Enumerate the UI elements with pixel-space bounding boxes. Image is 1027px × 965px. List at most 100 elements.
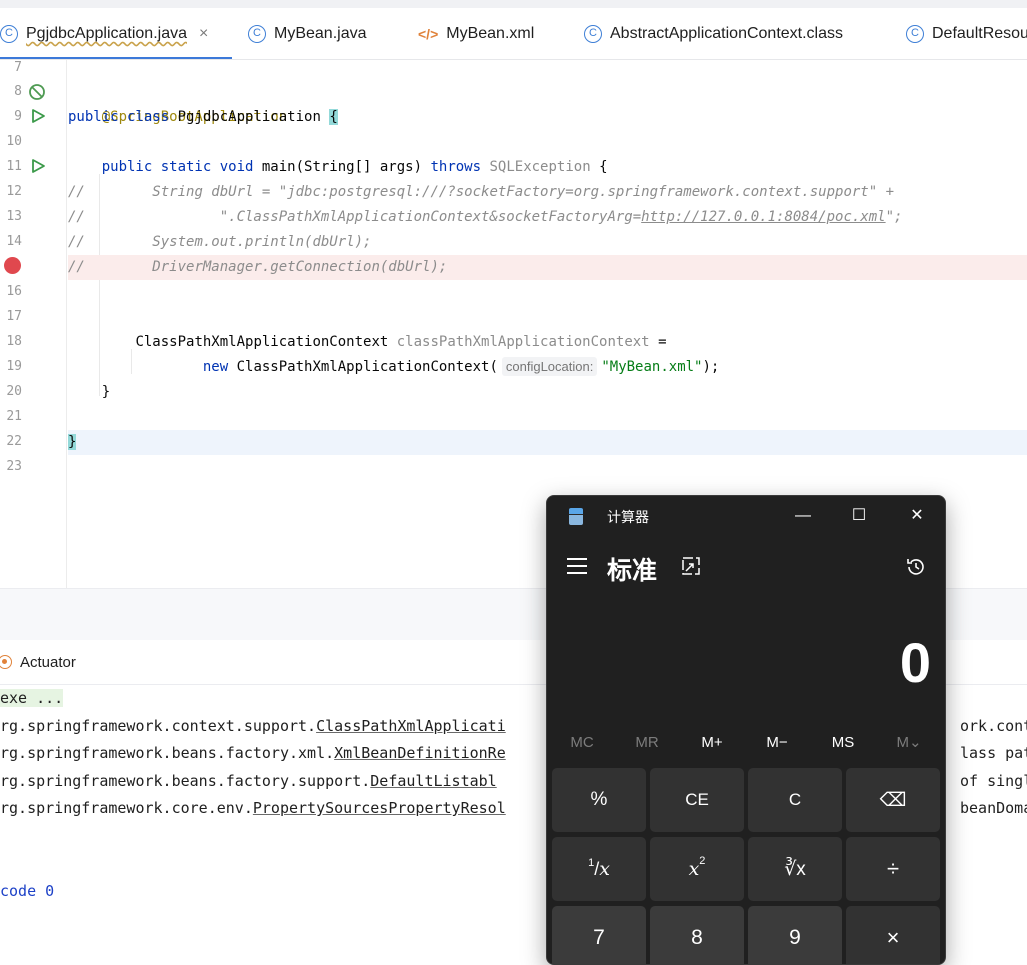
actuator-icon <box>0 655 12 669</box>
code-line-14: // System.out.println(dbUrl); <box>68 230 1027 255</box>
run-icon[interactable] <box>30 158 46 174</box>
tab-mybean-java[interactable]: C MyBean.java <box>248 8 398 60</box>
comment-text: ".ClassPathXmlApplicationContext&socketF… <box>219 209 642 225</box>
parameter-hint: configLocation: <box>501 357 598 376</box>
comment-text: "; <box>885 209 903 225</box>
console-text: rg.springframework.beans.factory.support… <box>0 772 371 790</box>
backspace-button[interactable]: ⌫ <box>846 768 940 832</box>
editor-tab-bar: C PgjdbcApplication.java × C MyBean.java… <box>0 0 1027 60</box>
line-number: 21 <box>6 409 22 424</box>
calculator-titlebar[interactable]: 计算器 — ☐ ✕ <box>547 496 945 536</box>
calculator-mode-title: 标准 <box>607 557 658 585</box>
digit-9-button[interactable]: 9 <box>748 906 842 964</box>
comment-link[interactable]: http://127.0.0.1:8084/poc.xml <box>641 209 885 225</box>
line-number: 10 <box>6 134 22 149</box>
run-icon[interactable] <box>30 108 46 124</box>
clear-button[interactable]: C <box>748 768 842 832</box>
comment-marker: // <box>68 184 85 200</box>
tab-label: MyBean.xml <box>446 25 535 42</box>
console-text: lass path <box>960 744 1027 762</box>
percent-button[interactable]: % <box>552 768 646 832</box>
code-line-13: // ".ClassPathXmlApplicationContext&sock… <box>68 205 1027 230</box>
keyword: public class <box>68 109 170 125</box>
tool-window-title[interactable]: Actuator <box>20 654 76 671</box>
class-icon: C <box>0 25 18 43</box>
string-literal: "MyBean.xml" <box>601 359 703 375</box>
keep-on-top-icon[interactable] <box>681 556 701 576</box>
tab-pgjdbc-application[interactable]: C PgjdbcApplication.java × <box>0 8 232 60</box>
comment-marker: // <box>68 209 85 225</box>
line-number: 14 <box>6 234 22 249</box>
type-name: ClassPathXmlApplicationContext <box>135 334 389 350</box>
memory-recall-button[interactable]: MR <box>615 731 679 755</box>
console-text: exe ... <box>0 689 64 707</box>
calculator-display: 0 <box>899 631 931 694</box>
line-number: 11 <box>6 159 22 174</box>
brace: } <box>101 384 111 400</box>
console-class-link[interactable]: PropertySourcesPropertyResol <box>253 799 506 817</box>
line-number: 22 <box>6 434 22 449</box>
menu-icon[interactable] <box>567 558 587 574</box>
top-strip <box>0 0 1027 8</box>
square-root-button[interactable]: ∛x <box>748 837 842 901</box>
memory-store-button[interactable]: MS <box>811 731 875 755</box>
tab-mybean-xml[interactable]: </> MyBean.xml <box>418 8 558 60</box>
memory-add-button[interactable]: M+ <box>680 731 744 755</box>
console-class-link[interactable]: ClassPathXmlApplicati <box>316 717 506 735</box>
history-icon[interactable] <box>905 556 927 578</box>
spring-bean-icon[interactable] <box>28 83 48 103</box>
line-number: 8 <box>14 84 22 99</box>
brace: { <box>329 109 338 125</box>
console-class-link[interactable]: DefaultListabl <box>370 772 496 790</box>
tab-label: MyBean.java <box>274 25 367 42</box>
code-line-22-caret: } <box>68 430 1027 455</box>
console-text: ork.conte <box>960 717 1027 735</box>
clear-entry-button[interactable]: CE <box>650 768 744 832</box>
digit-7-button[interactable]: 7 <box>552 906 646 964</box>
line-number: 7 <box>14 60 22 75</box>
class-icon: C <box>906 25 924 43</box>
class-name: PgjdbcApplication <box>177 109 321 125</box>
calculator-title: 计算器 <box>607 509 649 525</box>
memory-subtract-button[interactable]: M− <box>745 731 809 755</box>
line-number: 20 <box>6 384 22 399</box>
memory-list-button[interactable]: M⌄ <box>877 731 941 755</box>
line-number: 12 <box>6 184 22 199</box>
comment-marker: // <box>68 259 85 275</box>
keyword: new <box>202 359 229 375</box>
close-icon[interactable]: × <box>199 25 208 43</box>
comment-text: String dbUrl = "jdbc:postgresql:///?sock… <box>152 184 895 200</box>
code-line-9: public class PgjdbcApplication { <box>68 105 1027 130</box>
console-text: of single <box>960 772 1027 790</box>
close-button[interactable]: ✕ <box>902 503 932 529</box>
digit-8-button[interactable]: 8 <box>650 906 744 964</box>
console-text: rg.springframework.context.support. <box>0 717 317 735</box>
square-button[interactable]: x 2 <box>650 837 744 901</box>
keyword: throws <box>430 159 482 175</box>
code-line-11: public static void main(String[] args) t… <box>68 155 1027 180</box>
tab-label: DefaultResou <box>932 25 1027 42</box>
tab-default-resource[interactable]: C DefaultResou <box>906 8 1027 60</box>
brace: { <box>599 159 608 175</box>
maximize-button[interactable]: ☐ <box>844 503 874 529</box>
line-number: 13 <box>6 209 22 224</box>
reciprocal-denominator: x <box>599 858 610 880</box>
code-line-12: // String dbUrl = "jdbc:postgresql:///?s… <box>68 180 1027 205</box>
console-text: rg.springframework.core.env. <box>0 799 253 817</box>
method-signature: main(String[] args) <box>261 159 423 175</box>
memory-clear-button[interactable]: MC <box>550 731 614 755</box>
divide-button[interactable]: ÷ <box>846 837 940 901</box>
variable-name: classPathXmlApplicationContext <box>396 334 650 350</box>
multiply-button[interactable]: × <box>846 906 940 964</box>
comment-marker: // <box>68 234 85 250</box>
code-line-20: } <box>68 380 1027 405</box>
reciprocal-button[interactable]: 1 / x <box>552 837 646 901</box>
code-line-8: @SpringBootApplication <box>68 80 1027 125</box>
minimize-button[interactable]: — <box>788 503 818 529</box>
breakpoint-icon[interactable] <box>4 257 21 274</box>
console-class-link[interactable]: XmlBeanDefinitionRe <box>334 744 506 762</box>
line-number: 16 <box>6 284 22 299</box>
calculator-window[interactable]: 计算器 — ☐ ✕ 标准 0 MC MR M+ M− MS M⌄ % CE C … <box>546 495 946 965</box>
tab-label: PgjdbcApplication.java <box>26 25 187 42</box>
tab-abstract-application-context[interactable]: C AbstractApplicationContext.class <box>584 8 884 60</box>
